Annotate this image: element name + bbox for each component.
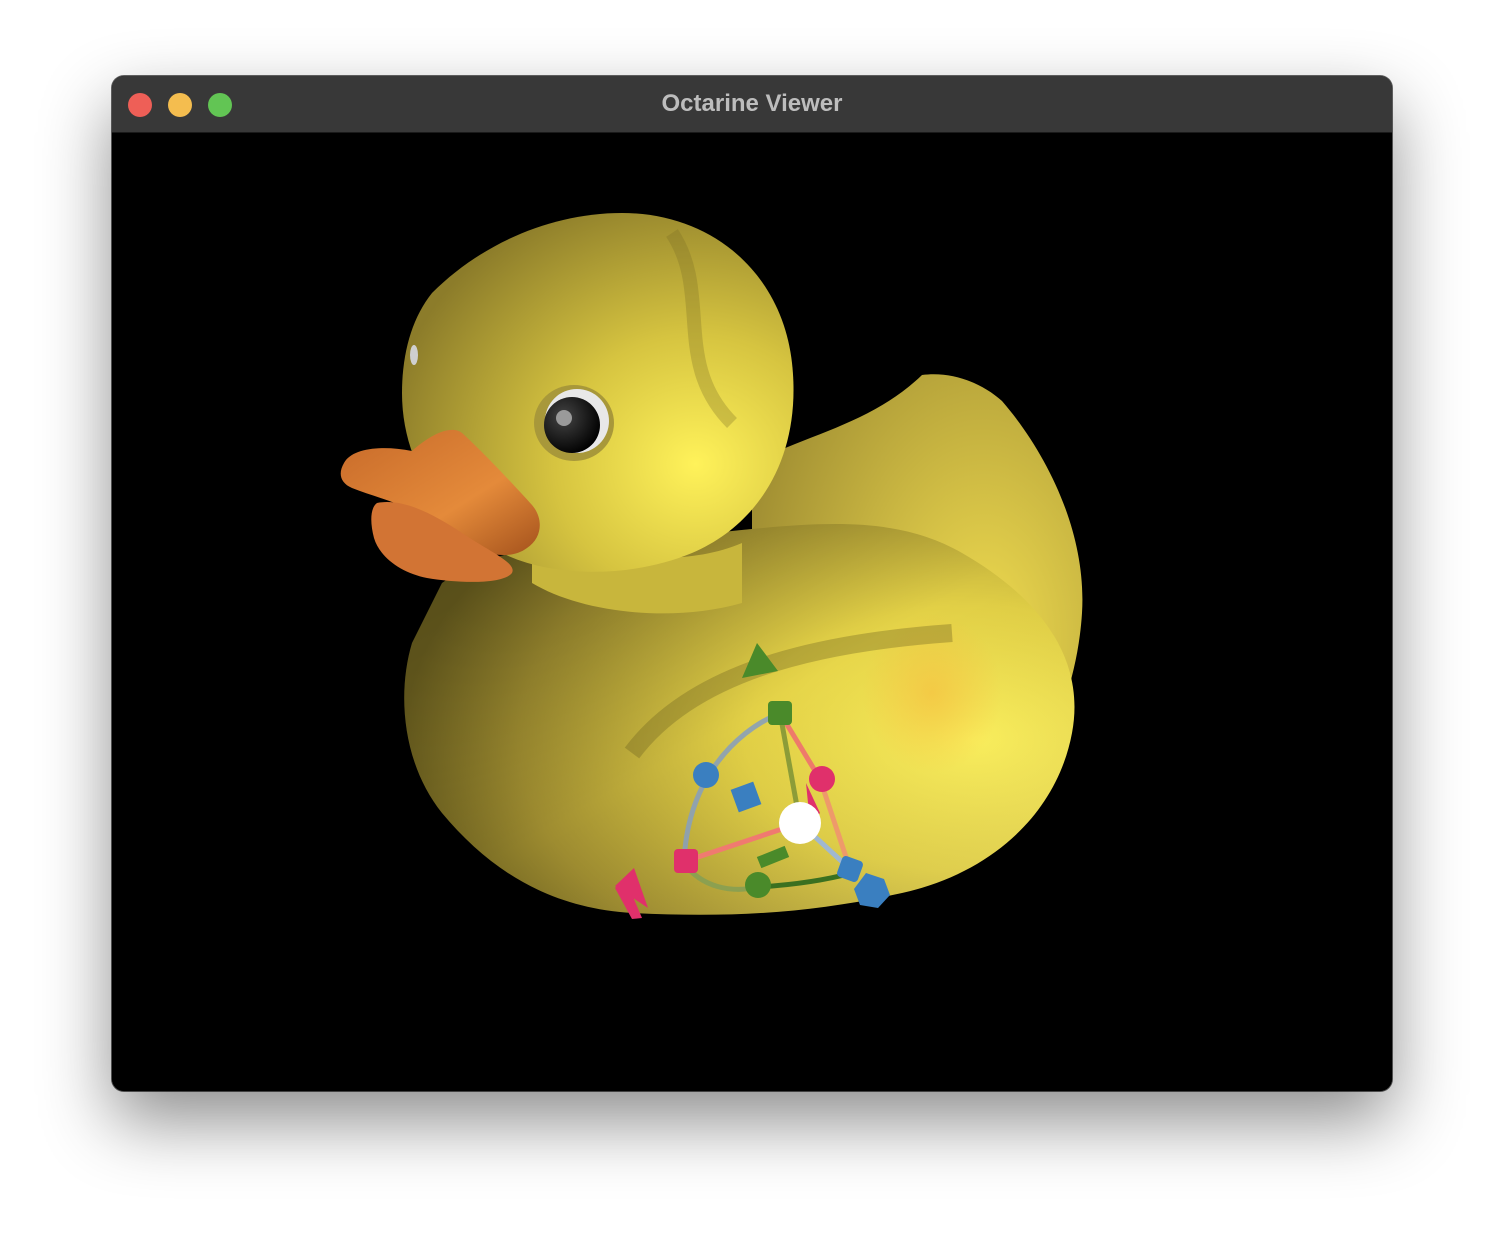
gizmo-y-rotate-handle[interactable]: [745, 872, 771, 898]
3d-viewport[interactable]: [112, 133, 1392, 1091]
title-bar[interactable]: Octarine Viewer: [112, 76, 1392, 133]
scene-canvas[interactable]: [112, 133, 1392, 1091]
app-window: Octarine Viewer: [112, 76, 1392, 1091]
gizmo-x-rotate-handle[interactable]: [809, 766, 835, 792]
duck-model[interactable]: [340, 213, 1083, 915]
duck-eye-highlight: [556, 410, 572, 426]
duck-eye-pupil: [544, 397, 600, 453]
duck-far-eye: [410, 345, 418, 365]
window-title: Octarine Viewer: [661, 90, 843, 117]
gizmo-z-rotate-handle[interactable]: [693, 762, 719, 788]
gizmo-center-handle[interactable]: [779, 802, 821, 844]
gizmo-x-scale-handle[interactable]: [674, 849, 698, 873]
gizmo-y-scale-handle[interactable]: [768, 701, 792, 725]
